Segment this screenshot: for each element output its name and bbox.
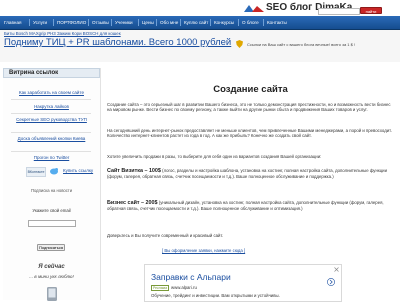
search-input[interactable]	[318, 8, 360, 15]
sidebar-link-board[interactable]: Доска объявлений кнопки Киева	[3, 136, 100, 141]
nav-separator	[210, 19, 211, 26]
offer-vizitka-title: Сайт Визитка – 100$	[107, 168, 161, 174]
nav-item-portfolio[interactable]: ПОРТФОЛИО	[57, 16, 86, 29]
search-button[interactable]: найти	[360, 7, 382, 14]
shield-icon	[236, 40, 243, 48]
divider	[11, 151, 91, 152]
subscribe-button[interactable]: Подписаться	[37, 244, 65, 251]
paragraph-trust: Доверьтесь и Вы получите современный и к…	[107, 233, 224, 238]
divider	[11, 132, 91, 133]
nav-item-about-blog[interactable]: О блоге	[242, 16, 259, 29]
nav-item-home[interactable]: Главная	[4, 16, 21, 29]
nav-separator	[111, 19, 112, 26]
paragraph-intro: Создание сайта – это серьезный шаг в раз…	[107, 102, 391, 113]
nav-item-contacts[interactable]: Контакты	[267, 16, 287, 29]
twitter-bird-icon	[50, 168, 58, 175]
ad-link-small[interactable]: Биты Bosch МАХgrip PH3 Зажим Кори BOSCH …	[4, 31, 121, 36]
nav-separator	[180, 19, 181, 26]
paragraph-market: На сегодняшний день интернет-рынок предо…	[107, 128, 392, 139]
offer-business: Бизнес сайт – 200$ (уникальный дизайн, у…	[107, 200, 393, 212]
offer-business-title: Бизнес сайт – 200$	[107, 200, 158, 206]
bottom-ad-url: Реклама www.alpari.ru	[151, 285, 197, 291]
bottom-ad-description: Обучение, трейдинг и инвестиции. Вам отк…	[151, 293, 280, 298]
sidebar-link-seo-guides[interactable]: Секретные SEO руководства ТУП	[3, 117, 100, 122]
sidebar-title: Витрина ссылок	[3, 68, 100, 78]
sidebar-subcaption: ... в мини укк люблю!	[29, 274, 74, 279]
nav-separator	[238, 19, 239, 26]
ad-note[interactable]: Ссылки на Ваш сайт с вашего блога вечные…	[247, 42, 355, 47]
nav-item-reviews[interactable]: Отзывы	[92, 16, 109, 29]
buy-link-button[interactable]: Купить ссылку	[63, 168, 93, 173]
close-icon[interactable]	[334, 267, 339, 272]
top-header: SEO блог DimaKa найти	[0, 0, 400, 16]
sidebar-link-likes[interactable]: Накрутка лайков	[3, 104, 100, 109]
nav-item-buy-site[interactable]: Куплю сайт	[184, 16, 208, 29]
email-label: Укажите свой email	[32, 208, 71, 213]
email-field[interactable]	[28, 220, 76, 227]
nav-separator	[53, 19, 54, 26]
bottom-ad-box[interactable]: Заправки с Альпари Реклама www.alpari.ru …	[144, 264, 342, 302]
nav-item-about-me[interactable]: Обо мне	[160, 16, 178, 29]
divider	[11, 113, 91, 114]
bottom-ad-domain: www.alpari.ru	[171, 285, 197, 290]
main-content: Создание сайта Создание сайта – это серь…	[104, 68, 397, 302]
nav-separator	[29, 19, 30, 26]
nav-separator	[88, 19, 89, 26]
sidebar-link-earn[interactable]: Как заработать на своем сайте	[3, 90, 100, 95]
divider	[11, 99, 91, 100]
sidebar-link-twitter[interactable]: Прогон по Twitter	[3, 155, 100, 160]
nav-item-contests[interactable]: Конкурсы	[214, 16, 234, 29]
subscribe-caption: Подписка на новости	[30, 188, 73, 193]
order-link[interactable]: [ Вы оформление заявки, нажмите сюда ]	[162, 248, 245, 253]
ad-badge: Реклама	[151, 285, 170, 291]
top-ad-bar: Биты Bosch МАХgrip PH3 Зажим Кори BOSCH …	[0, 30, 400, 62]
nav-separator	[263, 19, 264, 26]
nav-separator	[156, 19, 157, 26]
paragraph-choose: Хотите увеличить продажи в разы, то выбе…	[107, 154, 322, 159]
nav-item-prices[interactable]: Цены	[142, 16, 154, 29]
chevron-right-icon[interactable]	[327, 278, 335, 286]
offer-vizitka: Сайт Визитка – 100$ (логос, разделы и на…	[107, 168, 393, 180]
sidebar-caption: Я сейчас	[38, 264, 65, 270]
nav-item-students[interactable]: Ученики	[115, 16, 133, 29]
blog-logo-icon	[244, 5, 264, 12]
vk-badge[interactable]: ВКонтакте	[26, 167, 46, 177]
bottom-ad-headline[interactable]: Заправки с Альпари	[151, 272, 231, 282]
ad-link-big[interactable]: Поднимy ТИЦ + PR шаблонами. Всего 1000 р…	[4, 37, 231, 48]
sidebar: Витрина ссылок Как заработать на своем с…	[3, 68, 101, 301]
page-title: Создание сайта	[213, 84, 288, 95]
nav-item-services[interactable]: Услуги	[33, 16, 47, 29]
main-nav: Главная Услуги ПОРТФОЛИО Отзывы Ученики …	[0, 16, 400, 30]
nav-separator	[138, 19, 139, 26]
